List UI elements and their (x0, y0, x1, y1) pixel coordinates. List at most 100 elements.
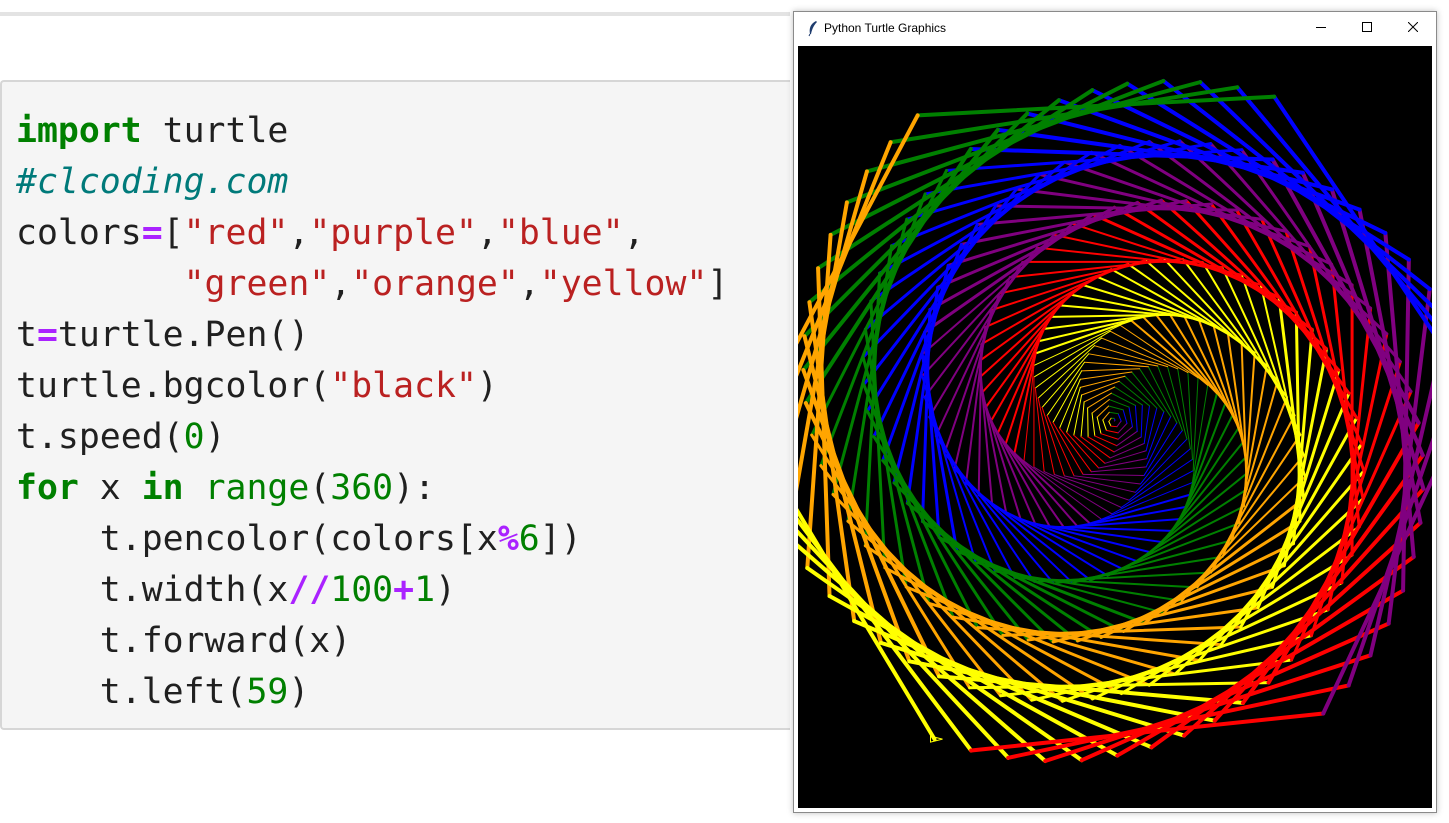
spiral-segment (1124, 375, 1158, 409)
code-token: "green" (183, 264, 331, 304)
spiral-segment (1105, 429, 1119, 434)
code-token: , (623, 213, 645, 253)
code-token: 59 (246, 672, 289, 712)
spiral-segment (1059, 427, 1092, 473)
spiral-segment (1167, 366, 1188, 440)
window-title: Python Turtle Graphics (824, 21, 947, 35)
spiral-segment (1087, 407, 1089, 438)
code-token: t (16, 315, 37, 355)
spiral-segment (1034, 387, 1045, 473)
spiral-segment (1004, 442, 1079, 528)
minimize-button[interactable] (1298, 12, 1344, 44)
code-line: colors=["red","purple","blue", (16, 208, 728, 259)
code-token: 6 (518, 519, 540, 559)
spiral-segment (1117, 413, 1122, 422)
code-token: range (204, 468, 310, 508)
turtle-window[interactable]: Python Turtle Graphics (793, 11, 1437, 813)
code-line: for x in range(360): (16, 463, 728, 514)
turtle-canvas-frame (798, 46, 1432, 808)
notebook-divider (0, 12, 790, 16)
code-token: ) (435, 570, 456, 610)
spiral-segment (1139, 368, 1172, 418)
spiral-segment (1120, 458, 1193, 508)
code-token: t.forward(x) (16, 621, 352, 661)
code-token: t.speed( (16, 417, 184, 457)
spiral-segment (1038, 316, 1145, 343)
spiral-segment (1102, 419, 1107, 431)
code-token: x (78, 468, 142, 508)
code-token: 100 (330, 570, 394, 610)
spiral-segment (1081, 380, 1120, 396)
maximize-button[interactable] (1344, 12, 1390, 44)
spiral-segment (1052, 421, 1084, 475)
spiral-segment (1108, 417, 1112, 423)
spiral-segment (1109, 442, 1145, 459)
code-line: t.left(59) (16, 667, 728, 718)
code-line: t.speed(0) (16, 412, 728, 463)
code-token: 360 (330, 468, 394, 508)
spiral-segment (1110, 425, 1118, 428)
spiral-segment (1134, 404, 1138, 432)
spiral-segment (1117, 426, 1133, 440)
code-token: t.width(x (16, 570, 289, 610)
spiral-segment (1102, 411, 1110, 421)
spiral-segment (1096, 416, 1102, 435)
code-token: = (36, 315, 58, 355)
code-token: 0 (183, 417, 205, 457)
code-token: for (16, 468, 79, 508)
spiral-segment (1088, 353, 1159, 367)
spiral-segment (1110, 392, 1136, 406)
code-token: , (330, 264, 352, 304)
spiral-segment (1091, 412, 1096, 437)
turtle-spiral-drawing (798, 78, 1432, 763)
code-editor[interactable]: import turtle #clcoding.com colors=["red",… (16, 106, 728, 718)
spiral-segment (1091, 399, 1110, 414)
code-line: t.width(x//100+1) (16, 565, 728, 616)
code-token: ) (204, 417, 226, 457)
spiral-segment (1100, 433, 1119, 440)
feather-icon (804, 19, 822, 37)
spiral-segment (1073, 434, 1106, 464)
title-bar[interactable]: Python Turtle Graphics (794, 12, 1436, 44)
spiral-segment (1140, 404, 1143, 438)
spiral-segment (1116, 430, 1138, 447)
code-line: import turtle (16, 106, 728, 157)
spiral-segment (1034, 319, 1133, 355)
maximize-icon (1362, 19, 1372, 37)
spiral-segment (1143, 405, 1151, 444)
code-token: "red" (183, 213, 289, 253)
close-button[interactable] (1390, 12, 1436, 44)
spiral-segment (1081, 368, 1141, 372)
code-token: , (288, 213, 310, 253)
code-token: #clcoding.com (16, 162, 289, 202)
spiral-segment (1131, 371, 1165, 413)
spiral-segment (1128, 406, 1133, 428)
code-token: "orange" (351, 264, 519, 304)
code-token: ): (393, 468, 436, 508)
code-cell[interactable]: import turtle #clcoding.com colors=["red",… (0, 80, 790, 730)
spiral-segment (1108, 405, 1124, 411)
code-token: ]) (539, 519, 582, 559)
spiral-segment (1080, 401, 1085, 438)
spiral-segment (1033, 324, 1121, 366)
code-token: , (518, 264, 540, 304)
code-token: 1 (414, 570, 436, 610)
spiral-segment (1062, 518, 1181, 529)
code-token: // (288, 570, 331, 610)
code-line: #clcoding.com (16, 157, 728, 208)
spiral-segment (1340, 306, 1373, 585)
spiral-segment (1143, 422, 1178, 476)
spiral-segment (1117, 422, 1128, 434)
spiral-segment (1192, 377, 1199, 472)
spiral-segment (1041, 406, 1065, 477)
code-token: turtle (141, 111, 289, 151)
spiral-segment (1128, 448, 1191, 501)
code-token: in (141, 468, 184, 508)
code-token: turtle.bgcolor( (16, 366, 331, 406)
code-token: ) (476, 366, 498, 406)
code-token: [ (162, 213, 184, 253)
spiral-segment (1184, 402, 1227, 509)
code-line: turtle.bgcolor("black") (16, 361, 728, 412)
code-token: , (476, 213, 498, 253)
